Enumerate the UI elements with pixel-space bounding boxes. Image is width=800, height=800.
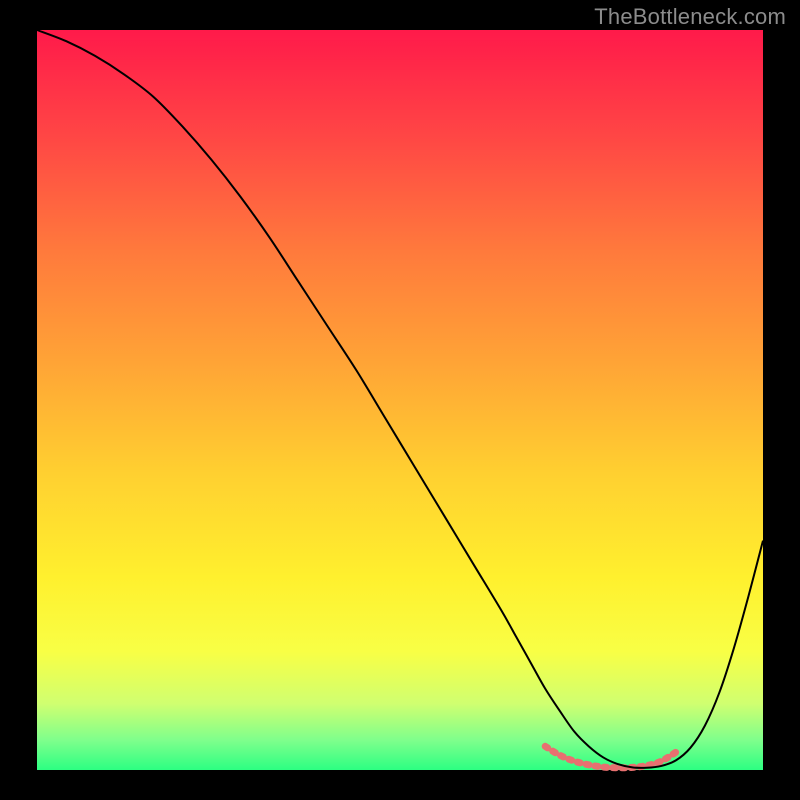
gradient-background [37, 30, 763, 770]
watermark-text: TheBottleneck.com [594, 4, 786, 30]
bottleneck-chart [0, 0, 800, 800]
chart-frame: { "watermark": "TheBottleneck.com", "plo… [0, 0, 800, 800]
